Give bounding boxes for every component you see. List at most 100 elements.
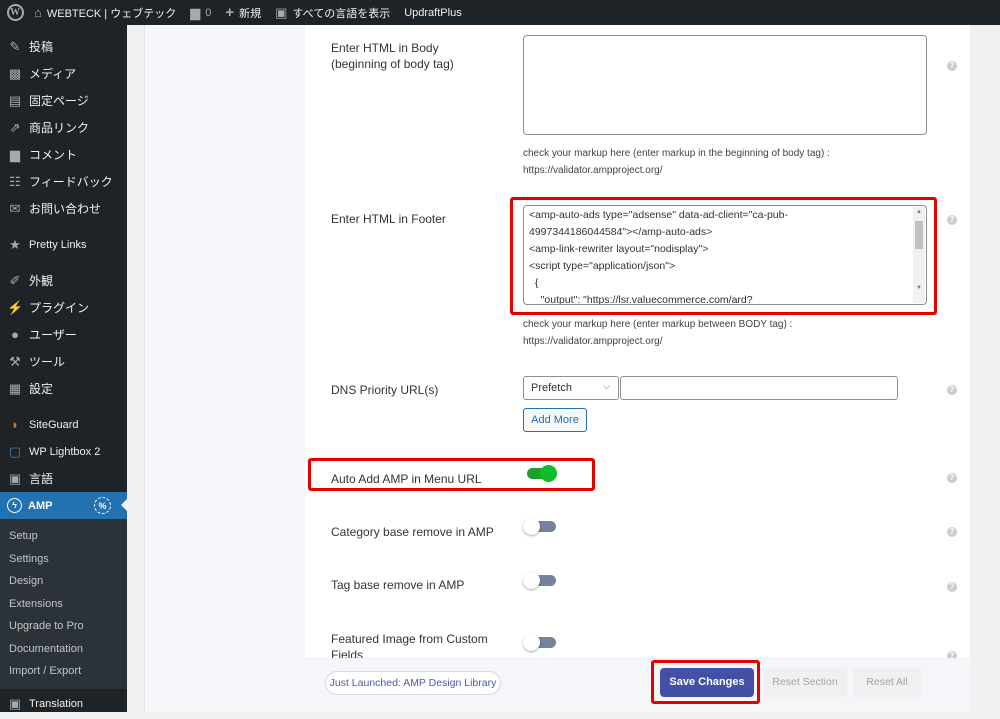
sidebar-item-label: プラグイン bbox=[29, 301, 90, 315]
submenu-settings[interactable]: Settings bbox=[0, 548, 127, 571]
submenu-upgrade[interactable]: Upgrade to Pro bbox=[0, 615, 127, 638]
dns-type-select[interactable]: Prefetch ⌵ bbox=[523, 376, 619, 400]
plugin-icon: ⚡ bbox=[7, 299, 24, 315]
category-base-toggle[interactable] bbox=[523, 518, 557, 535]
sidebar-item-label: 固定ページ bbox=[29, 94, 89, 108]
footer-html-label: Enter HTML in Footer bbox=[331, 212, 446, 226]
sidebar-item-settings[interactable]: ▦ 設定 bbox=[0, 375, 127, 402]
left-gutter bbox=[127, 25, 145, 712]
toggle-knob bbox=[523, 572, 540, 589]
sidebar-item-wp-lightbox[interactable]: ▢ WP Lightbox 2 bbox=[0, 438, 127, 465]
updraftplus-label: UpdraftPlus bbox=[404, 6, 462, 19]
sidebar-item-pretty-links[interactable]: ★ Pretty Links bbox=[0, 231, 127, 258]
highlight-box bbox=[651, 660, 760, 704]
amp-icon: ϟ bbox=[7, 498, 22, 513]
sidebar-item-comments[interactable]: ▆ コメント bbox=[0, 141, 127, 168]
amp-submenu: Setup Settings Design Extensions Upgrade… bbox=[0, 519, 127, 689]
design-library-button[interactable]: Just Launched: AMP Design Library bbox=[325, 671, 501, 695]
sidebar-item-language[interactable]: ▣ 言語 bbox=[0, 465, 127, 492]
languages-link[interactable]: ▣ すべての言語を表示 bbox=[268, 0, 397, 25]
sidebar-item-label: SiteGuard bbox=[29, 418, 79, 431]
tag-base-toggle[interactable] bbox=[523, 572, 557, 589]
help-icon[interactable]: ? bbox=[947, 527, 957, 537]
sidebar-item-feedback[interactable]: ☷ フィードバック bbox=[0, 168, 127, 195]
brush-icon: ✐ bbox=[9, 272, 21, 288]
submenu-design[interactable]: Design bbox=[0, 570, 127, 593]
mail-icon: ✉ bbox=[9, 200, 21, 216]
body-html-textarea[interactable] bbox=[523, 35, 927, 135]
lightbox-icon: ▢ bbox=[8, 443, 22, 459]
help-icon[interactable]: ? bbox=[947, 215, 957, 225]
reset-section-button[interactable]: Reset Section bbox=[763, 668, 847, 697]
plus-icon: + bbox=[225, 4, 235, 21]
shield-icon: ◗ bbox=[11, 417, 19, 432]
sidebar-item-tools[interactable]: ⚒ ツール bbox=[0, 348, 127, 375]
translate-icon: ▣ bbox=[8, 695, 22, 711]
sidebar-item-posts[interactable]: ✎ 投稿 bbox=[0, 33, 127, 60]
wrench-icon: ⚒ bbox=[9, 353, 21, 369]
validator-link[interactable]: https://validator.ampproject.org/ bbox=[523, 162, 830, 179]
highlight-box bbox=[308, 458, 595, 491]
submenu-import-export[interactable]: Import / Export bbox=[0, 660, 127, 683]
help-icon[interactable]: ? bbox=[947, 473, 957, 483]
feedback-icon: ☷ bbox=[9, 173, 21, 189]
sidebar-item-label: ユーザー bbox=[29, 328, 77, 342]
sidebar-item-siteguard[interactable]: ◗ SiteGuard bbox=[0, 411, 127, 438]
sidebar-item-media[interactable]: ▩ メディア bbox=[0, 60, 127, 87]
help-icon[interactable]: ? bbox=[947, 582, 957, 592]
sidebar-item-plugins[interactable]: ⚡ プラグイン bbox=[0, 294, 127, 321]
validator-link[interactable]: https://validator.ampproject.org/ bbox=[523, 333, 792, 350]
sidebar-item-contact[interactable]: ✉ お問い合わせ bbox=[0, 195, 127, 222]
sidebar-item-label: 商品リンク bbox=[29, 121, 90, 135]
submenu-extensions[interactable]: Extensions bbox=[0, 593, 127, 616]
user-icon: ● bbox=[11, 327, 19, 342]
discount-badge-icon: % bbox=[94, 497, 111, 514]
dns-url-input[interactable] bbox=[620, 376, 898, 400]
comment-icon: ▆ bbox=[10, 146, 20, 162]
featured-image-toggle[interactable] bbox=[523, 634, 557, 651]
sidebar-item-label: WP Lightbox 2 bbox=[29, 445, 101, 458]
sidebar-item-label: 設定 bbox=[29, 382, 54, 396]
label-line: (beginning of body tag) bbox=[331, 57, 454, 71]
sidebar-item-label: AMP bbox=[28, 499, 53, 512]
sidebar-item-amp[interactable]: ϟ AMP % bbox=[0, 492, 127, 519]
admin-sidebar: ✎ 投稿 ▩ メディア ▤ 固定ページ ⇗ 商品リンク ▆ コメント ☷ フィードバック ✉… bbox=[0, 25, 127, 712]
sidebar-item-label: Pretty Links bbox=[29, 238, 87, 251]
site-name-link[interactable]: ⌂ WEBTECK | ウェブテック bbox=[27, 0, 183, 25]
settings-content: Enter HTML in Body (beginning of body ta… bbox=[305, 25, 970, 712]
star-icon: ★ bbox=[9, 236, 21, 252]
new-content-link[interactable]: + 新規 bbox=[218, 0, 268, 25]
hint-line: check your markup here (enter markup bet… bbox=[523, 319, 793, 330]
settings-tabs-panel bbox=[145, 25, 305, 712]
translate-icon: ▣ bbox=[8, 470, 22, 486]
submenu-setup[interactable]: Setup bbox=[0, 525, 127, 548]
submenu-documentation[interactable]: Documentation bbox=[0, 638, 127, 661]
share-icon: ⇗ bbox=[9, 119, 21, 135]
highlight-box bbox=[510, 197, 937, 315]
help-icon[interactable]: ? bbox=[947, 385, 957, 395]
settings-footer: Just Launched: AMP Design Library Save C… bbox=[305, 658, 970, 712]
new-label: 新規 bbox=[239, 7, 262, 20]
right-gutter bbox=[970, 25, 1000, 712]
sidebar-item-label: フィードバック bbox=[29, 175, 113, 189]
updraftplus-link[interactable]: UpdraftPlus bbox=[397, 0, 468, 25]
body-html-label: Enter HTML in Body (beginning of body ta… bbox=[331, 40, 454, 72]
site-name-label: WEBTECK | ウェブテック bbox=[46, 7, 177, 20]
pages-icon: ▤ bbox=[8, 92, 22, 108]
media-icon: ▩ bbox=[8, 65, 22, 81]
comments-link[interactable]: ▆ 0 bbox=[183, 0, 218, 25]
sidebar-item-product-links[interactable]: ⇗ 商品リンク bbox=[0, 114, 127, 141]
sidebar-item-translation[interactable]: ▣ Translation bbox=[0, 689, 127, 719]
wordpress-logo-button[interactable]: W bbox=[3, 1, 27, 25]
sidebar-item-users[interactable]: ● ユーザー bbox=[0, 321, 127, 348]
sidebar-item-appearance[interactable]: ✐ 外観 bbox=[0, 267, 127, 294]
chevron-down-icon: ⌵ bbox=[603, 381, 610, 391]
toggle-knob bbox=[523, 518, 540, 535]
wordpress-icon: W bbox=[6, 4, 24, 21]
reset-all-button[interactable]: Reset All bbox=[853, 668, 921, 697]
sidebar-item-pages[interactable]: ▤ 固定ページ bbox=[0, 87, 127, 114]
add-more-button[interactable]: Add More bbox=[523, 408, 587, 432]
sidebar-item-label: メディア bbox=[29, 67, 77, 81]
help-icon[interactable]: ? bbox=[947, 61, 957, 71]
sidebar-item-label: ツール bbox=[29, 355, 66, 369]
